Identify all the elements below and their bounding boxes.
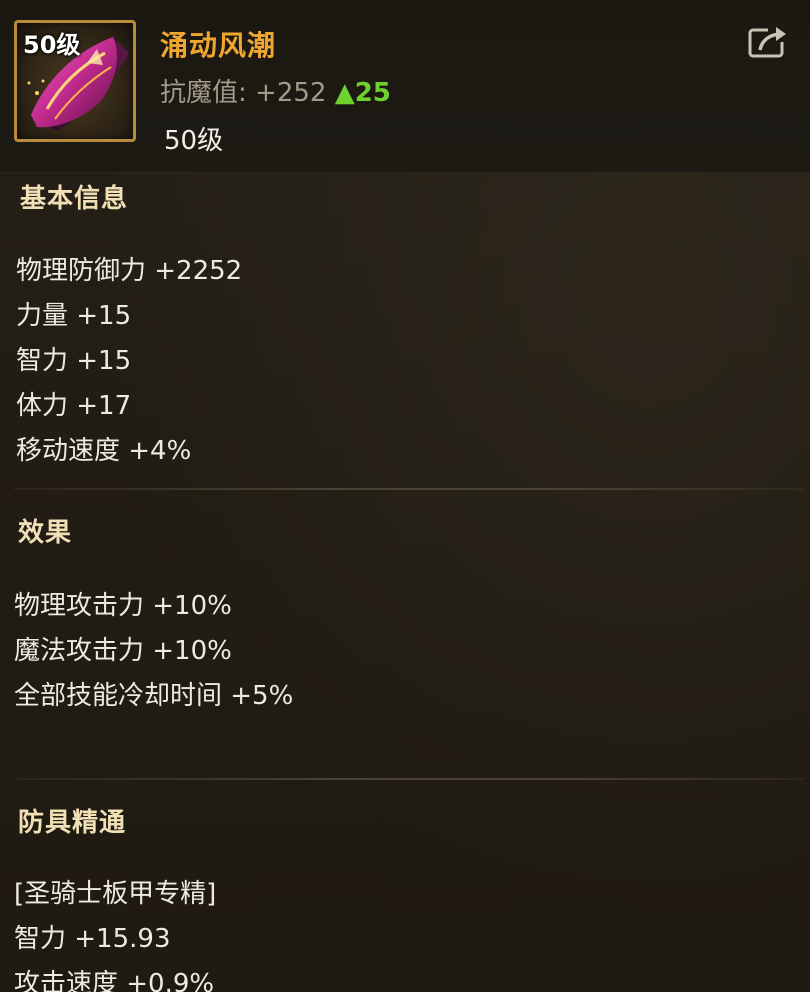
item-header: 50级 涌动风潮 抗魔值: +252 ▲25 50级: [0, 0, 810, 173]
basic-stat-line: 移动速度 +4%: [16, 436, 192, 466]
basic-stat-line: 体力 +17: [16, 391, 132, 421]
stat-label: 抗魔值:: [160, 78, 247, 108]
basic-stat-line: 力量 +15: [16, 301, 132, 331]
share-button[interactable]: [746, 22, 790, 62]
stat-up-arrow-icon: ▲: [334, 78, 355, 108]
stat-up-value: 25: [354, 78, 391, 108]
section-divider: [14, 488, 804, 490]
section-title-effects: 效果: [18, 518, 73, 548]
item-main-stat: 抗魔值: +252 ▲25: [160, 72, 391, 109]
mastery-line: 攻击速度 +0.9%: [14, 969, 215, 992]
basic-stat-line: 智力 +15: [16, 346, 132, 376]
section-title-mastery: 防具精通: [18, 808, 127, 838]
item-tooltip-panel: 50级 涌动风潮 抗魔值: +252 ▲25 50级 基本信息 物理防御力 +2…: [0, 0, 810, 992]
basic-stat-line: 物理防御力 +2252: [16, 256, 243, 286]
effect-line: 魔法攻击力 +10%: [14, 636, 232, 666]
item-name: 涌动风潮: [160, 29, 277, 62]
required-level: 50级: [164, 126, 224, 156]
effect-line: 物理攻击力 +10%: [14, 591, 232, 621]
effect-line: 全部技能冷却时间 +5%: [14, 681, 294, 711]
section-divider: [14, 778, 804, 780]
stat-value: +252: [255, 78, 327, 108]
share-export-icon: [748, 24, 788, 58]
item-level-badge: 50级: [23, 31, 81, 59]
item-icon-frame[interactable]: 50级: [14, 20, 136, 142]
mastery-line: [圣骑士板甲专精]: [14, 879, 217, 909]
section-title-basic: 基本信息: [20, 184, 129, 214]
mastery-line: 智力 +15.93: [14, 924, 171, 954]
